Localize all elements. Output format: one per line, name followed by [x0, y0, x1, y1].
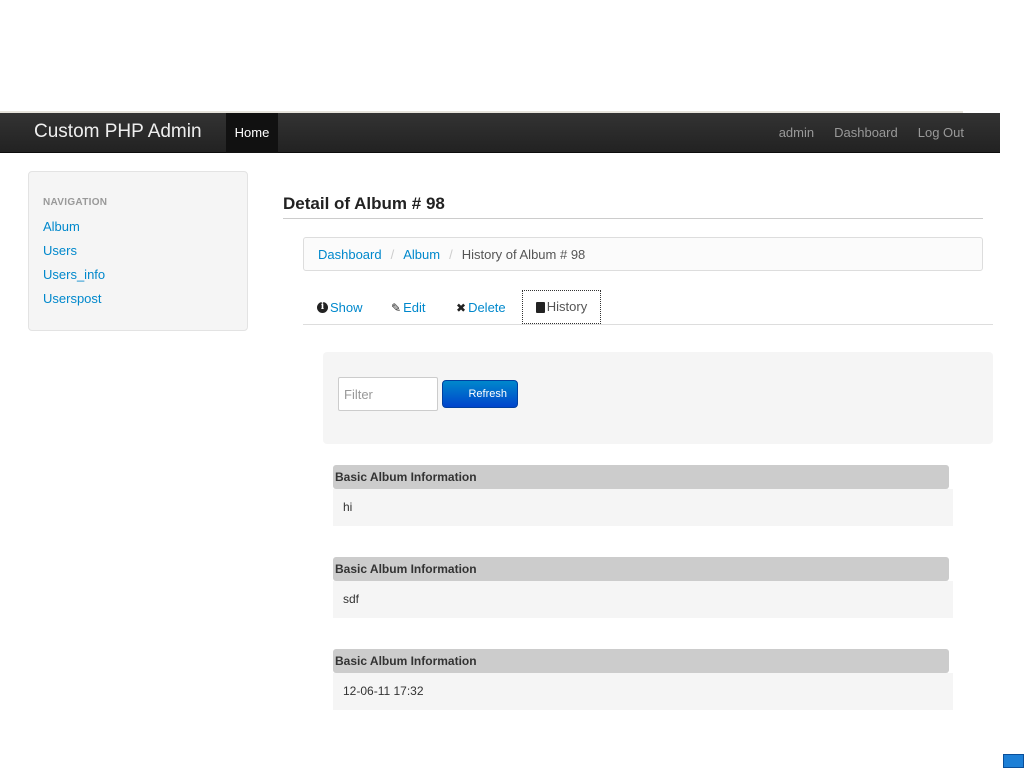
page-title: Detail of Album # 98	[283, 193, 983, 219]
tab-edit[interactable]: ✎ Edit	[391, 290, 425, 325]
tab-show-label: Show	[330, 299, 363, 315]
tab-history[interactable]: History	[522, 290, 601, 324]
tab-history-label: History	[546, 299, 588, 314]
sidebar-item-album[interactable]: Album	[43, 215, 233, 239]
sidebar: NAVIGATION Album Users Users_info Usersp…	[28, 171, 248, 331]
history-entry-heading: Basic Album Information	[333, 557, 949, 581]
tab-edit-label: Edit	[403, 299, 426, 315]
nav-logout-link[interactable]: Log Out	[908, 113, 964, 153]
breadcrumb-album[interactable]: Album	[403, 247, 440, 262]
detail-tabs: i Show ✎ Edit ✖ Delete History	[303, 290, 993, 325]
filter-input[interactable]	[338, 377, 438, 411]
history-entry-value: 12-06-11 17:32	[333, 673, 953, 710]
brand-link[interactable]: Custom PHP Admin	[34, 113, 202, 153]
tab-delete[interactable]: ✖ Delete	[456, 290, 506, 325]
tab-delete-label: Delete	[468, 299, 506, 315]
corner-widget[interactable]	[1003, 754, 1024, 768]
history-entry-value: sdf	[333, 581, 953, 618]
breadcrumb-current: History of Album # 98	[461, 246, 586, 262]
sidebar-item-users-info[interactable]: Users_info	[43, 263, 233, 287]
history-entry-heading: Basic Album Information	[333, 465, 949, 489]
breadcrumb-dashboard[interactable]: Dashboard	[318, 247, 382, 262]
nav-admin-link[interactable]: admin	[769, 113, 824, 153]
sidebar-item-users[interactable]: Users	[43, 239, 233, 263]
breadcrumb: Dashboard / Album / History of Album # 9…	[303, 237, 983, 271]
sidebar-item-userspost[interactable]: Userspost	[43, 287, 233, 311]
close-icon: ✖	[456, 300, 467, 315]
breadcrumb-separator: /	[449, 246, 453, 262]
nav-home-link[interactable]: Home	[226, 113, 278, 153]
book-icon	[535, 301, 545, 313]
history-entry-heading: Basic Album Information	[333, 649, 949, 673]
navbar-user-menu: admin Dashboard Log Out	[769, 113, 964, 153]
nav-dashboard-link[interactable]: Dashboard	[824, 113, 908, 153]
filter-panel: Refresh	[323, 352, 993, 444]
history-entry: Basic Album Information 12-06-11 17:32	[333, 649, 953, 710]
breadcrumb-separator: /	[390, 246, 395, 262]
history-entry-value: hi	[333, 489, 953, 526]
history-entry: Basic Album Information hi	[333, 465, 953, 526]
pencil-icon: ✎	[391, 300, 402, 315]
info-icon: i	[317, 302, 328, 313]
sidebar-header: NAVIGATION	[43, 197, 108, 208]
history-entry: Basic Album Information sdf	[333, 557, 953, 618]
top-navbar: Custom PHP Admin Home admin Dashboard Lo…	[0, 113, 1000, 153]
tab-show[interactable]: i Show	[317, 290, 363, 325]
refresh-button[interactable]: Refresh	[442, 380, 518, 408]
